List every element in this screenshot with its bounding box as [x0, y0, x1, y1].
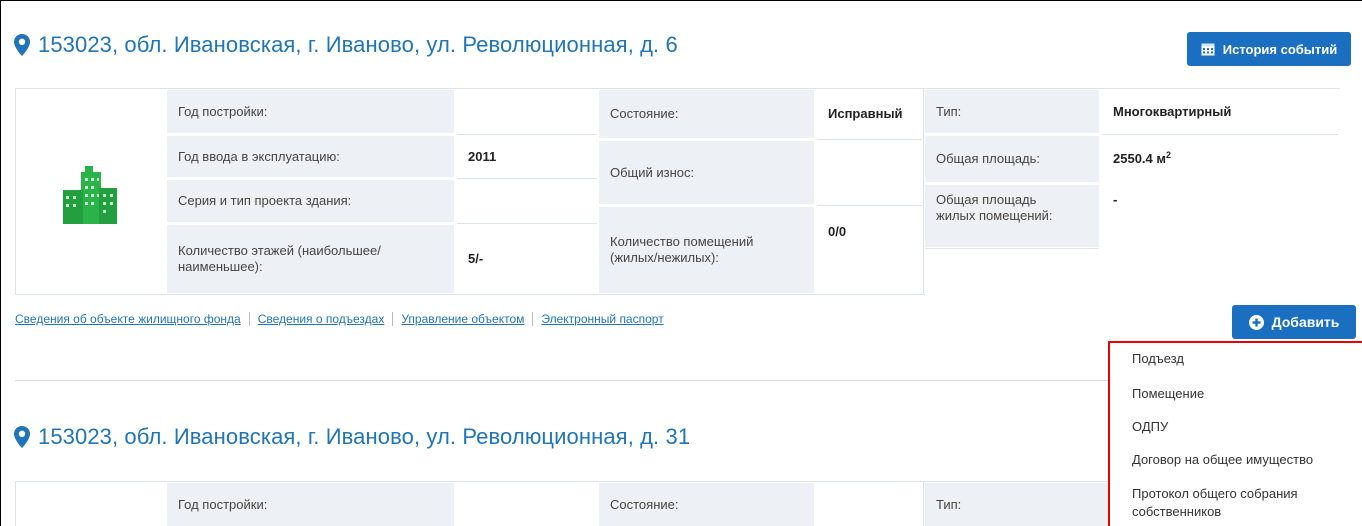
- address-text: 153023, обл. Ивановская, г. Иваново, ул.…: [38, 32, 678, 57]
- menu-item-odpu[interactable]: ОДПУ: [1132, 418, 1168, 436]
- series-label: Серия и тип проекта здания:: [167, 180, 454, 222]
- history-button[interactable]: История событий: [1187, 32, 1351, 66]
- area-label: Общая площадь:: [925, 136, 1099, 182]
- state-label: Состояние:: [599, 90, 814, 138]
- menu-item-room[interactable]: Помещение: [1132, 385, 1204, 403]
- type-label: Тип:: [925, 90, 1099, 133]
- table-top-border: [15, 88, 1340, 89]
- location-pin-icon: [14, 426, 30, 448]
- menu-item-common-property-contract[interactable]: Договор на общее имущество: [1132, 451, 1313, 469]
- living-area-label: Общая площадь жилых помещений:: [925, 185, 1099, 247]
- building-address-2[interactable]: 153023, обл. Ивановская, г. Иваново, ул.…: [14, 424, 690, 450]
- wear-label: Общий износ:: [599, 141, 814, 204]
- link-entrances-info[interactable]: Сведения о подъездах: [258, 312, 385, 326]
- column-divider: [15, 88, 16, 295]
- table-bottom-border: [15, 294, 925, 295]
- location-pin-icon: [14, 34, 30, 56]
- address-text: 153023, обл. Ивановская, г. Иваново, ул.…: [38, 424, 691, 449]
- building-icon: [63, 166, 117, 224]
- link-separator: [248, 312, 250, 326]
- add-dropdown-menu: Подъезд Помещение ОДПУ Договор на общее …: [1108, 341, 1362, 526]
- row-divider: [1102, 134, 1338, 135]
- building-image: [15, 90, 165, 300]
- year-commissioned-value: 2011: [468, 148, 497, 164]
- state-label-2: Состояние:: [599, 483, 814, 526]
- column-divider: [923, 88, 924, 295]
- row-divider: [457, 134, 597, 135]
- row-divider: [817, 205, 922, 206]
- menu-item-owners-meeting-protocol[interactable]: Протокол общего собрания собственников: [1132, 485, 1352, 521]
- building-address-1[interactable]: 153023, обл. Ивановская, г. Иваново, ул.…: [14, 32, 678, 58]
- floors-label: Количество этажей (наибольшее/ наименьше…: [167, 225, 454, 293]
- add-button-label: Добавить: [1271, 314, 1340, 330]
- year-built-label: Год постройки:: [167, 90, 454, 133]
- row-divider: [457, 178, 597, 179]
- link-electronic-passport[interactable]: Электронный паспорт: [541, 312, 663, 326]
- floors-value: 5/-: [468, 251, 484, 266]
- year-built-value: [457, 90, 597, 133]
- column-divider: [15, 481, 16, 526]
- object-links-bar: Сведения об объекте жилищного фонда Свед…: [15, 312, 664, 326]
- history-button-label: История событий: [1222, 41, 1338, 57]
- living-area-value: -: [1113, 192, 1118, 207]
- row-divider: [817, 139, 922, 140]
- table-top-border: [15, 481, 1110, 482]
- area-unit-superscript: 2: [1166, 149, 1172, 160]
- state-value: Исправный: [828, 106, 903, 121]
- year-built-label-2: Год постройки:: [167, 483, 454, 526]
- link-separator: [532, 312, 534, 326]
- year-commissioned-label: Год ввода в эксплуатацию:: [167, 136, 454, 177]
- link-object-management[interactable]: Управление объектом: [401, 312, 524, 326]
- type-value: Многоквартирный: [1113, 103, 1232, 119]
- add-button[interactable]: Добавить: [1232, 305, 1356, 339]
- link-separator: [392, 312, 394, 326]
- menu-item-entrance[interactable]: Подъезд: [1132, 350, 1184, 368]
- link-housing-object-info[interactable]: Сведения об объекте жилищного фонда: [15, 312, 241, 326]
- wear-value: [817, 141, 922, 204]
- row-divider: [457, 223, 597, 224]
- column-divider: [923, 481, 924, 526]
- plus-circle-icon: [1248, 314, 1264, 330]
- series-value: [457, 180, 597, 222]
- row-divider: [925, 248, 1099, 249]
- area-value: 2550.4 м2: [1113, 149, 1172, 166]
- type-label-2: Тип:: [925, 483, 1108, 526]
- rooms-value: 0/0: [828, 224, 847, 239]
- rooms-label: Количество помещений (жилых/нежилых):: [599, 207, 814, 293]
- calendar-icon: [1201, 43, 1215, 56]
